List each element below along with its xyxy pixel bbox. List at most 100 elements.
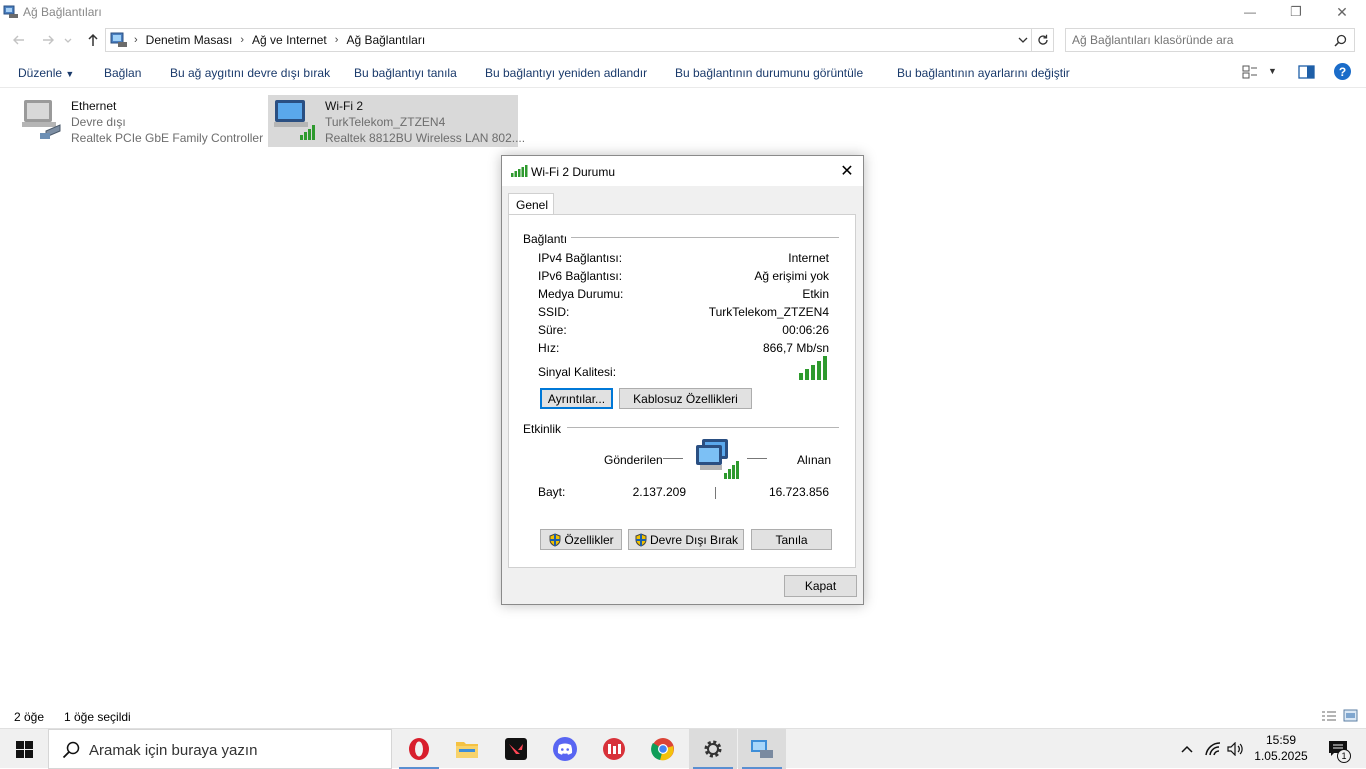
activity-group-label: Etkinlik [523, 422, 562, 436]
search-box[interactable] [1065, 28, 1355, 52]
back-button[interactable] [9, 30, 29, 50]
taskbar-chrome[interactable] [639, 729, 687, 769]
taskbar-clock[interactable]: 15:59 1.05.2025 [1248, 732, 1314, 764]
window-title: Ağ Bağlantıları [23, 5, 102, 19]
taskbar-discord[interactable] [541, 729, 589, 769]
chevron-down-icon: ▼ [65, 69, 75, 79]
breadcrumb-separator[interactable]: › [238, 34, 246, 46]
ssid-label: SSID: [538, 305, 570, 319]
speed-value: 866,7 Mb/sn [762, 341, 829, 355]
minimize-button[interactable]: — [1227, 0, 1273, 24]
connection-item-ethernet[interactable]: Ethernet Devre dışı Realtek PCIe GbE Fam… [14, 95, 263, 147]
view-status-command[interactable]: Bu bağlantının durumunu görüntüle [675, 66, 863, 80]
taskbar-file-explorer[interactable] [443, 729, 491, 769]
wifi-status-dialog: Wi-Fi 2 Durumu ✕ Genel Bağlantı IPv4 Bağ… [501, 155, 864, 605]
organize-menu[interactable]: Düzenle ▼ [18, 66, 74, 80]
recent-locations-button[interactable] [61, 30, 75, 50]
action-center-button[interactable]: 1 [1320, 729, 1356, 769]
taskbar-search-box[interactable]: Aramak için buraya yazın [48, 729, 392, 769]
taskbar-opera[interactable] [395, 729, 443, 769]
disable-button[interactable]: Devre Dışı Bırak [628, 529, 744, 550]
breadcrumb-network-connections[interactable]: Ağ Bağlantıları [340, 33, 431, 47]
network-tray-icon[interactable] [1202, 729, 1224, 769]
activity-divider [567, 427, 839, 428]
maximize-button[interactable]: ❐ [1273, 0, 1319, 24]
ipv6-value: Ağ erişimi yok [754, 269, 829, 283]
chevron-down-icon [64, 38, 72, 43]
control-panel-icon [110, 32, 127, 47]
ipv6-label: IPv6 Bağlantısı: [538, 269, 623, 283]
dialog-title-bar: Wi-Fi 2 Durumu ✕ [502, 156, 863, 186]
details-button[interactable]: Ayrıntılar... [540, 388, 613, 409]
disable-button-label: Devre Dışı Bırak [649, 532, 739, 547]
connection-item-wifi[interactable]: Wi-Fi 2 TurkTelekom_ZTZEN4 Realtek 8812B… [268, 95, 525, 147]
preview-pane-icon [1298, 65, 1315, 79]
general-panel: Bağlantı IPv4 Bağlantısı: Internet IPv6 … [508, 214, 856, 568]
properties-button-label: Özellikler [564, 532, 614, 547]
preview-pane-button[interactable] [1298, 65, 1315, 82]
close-window-button[interactable]: ✕ [1319, 0, 1365, 24]
item-device: Realtek 8812BU Wireless LAN 802.... [325, 131, 526, 145]
tiles-view-button[interactable] [1343, 709, 1358, 725]
start-button[interactable] [0, 729, 48, 769]
navigation-bar: › Denetim Masası › Ağ ve Internet › Ağ B… [0, 27, 1366, 53]
up-button[interactable] [83, 30, 103, 50]
dialog-close-button[interactable]: ✕ [831, 156, 863, 186]
network-connections-app-icon [3, 5, 18, 18]
address-dropdown-button[interactable] [1017, 34, 1029, 49]
forward-button[interactable] [38, 30, 58, 50]
wifi-adapter-icon [274, 100, 315, 140]
taskbar-valorant[interactable] [492, 729, 540, 769]
ethernet-adapter-icon [22, 100, 61, 139]
breadcrumb-network-internet[interactable]: Ağ ve Internet [246, 33, 333, 47]
taskbar-search-text: Aramak için buraya yazın [89, 742, 258, 759]
close-dialog-button[interactable]: Kapat [784, 575, 857, 597]
item-status: Devre dışı [71, 115, 126, 129]
taskbar-control-panel[interactable] [738, 729, 786, 769]
connect-command[interactable]: Bağlan [104, 66, 141, 80]
breadcrumb-root-arrow[interactable]: › [128, 34, 140, 46]
refresh-icon [1037, 34, 1048, 45]
media-state-value: Etkin [802, 287, 829, 301]
notification-count-badge: 1 [1337, 749, 1351, 763]
rename-command[interactable]: Bu bağlantıyı yeniden adlandır [485, 66, 647, 80]
details-view-button[interactable] [1321, 710, 1337, 725]
media-state-label: Medya Durumu: [538, 287, 624, 301]
help-button[interactable]: ? [1334, 63, 1351, 80]
search-icon [1334, 34, 1347, 47]
properties-button[interactable]: Özellikler [540, 529, 622, 550]
activity-divider-vertical [715, 487, 716, 499]
show-hidden-icons-button[interactable] [1176, 729, 1198, 769]
received-line [747, 458, 767, 459]
item-name: Wi-Fi 2 [325, 99, 363, 113]
forward-arrow-icon [43, 35, 54, 45]
close-icon: ✕ [840, 163, 854, 180]
search-input[interactable] [1066, 29, 1326, 51]
breadcrumb-separator[interactable]: › [333, 34, 341, 46]
discord-icon [553, 737, 577, 761]
chevron-down-icon [1018, 37, 1028, 43]
windows-logo-icon [15, 740, 33, 758]
shield-icon [549, 532, 561, 547]
taskbar-red-app[interactable] [590, 729, 638, 769]
tab-general[interactable]: Genel [508, 193, 554, 215]
wireless-properties-button[interactable]: Kablosuz Özellikleri [619, 388, 752, 409]
volume-tray-icon[interactable] [1225, 729, 1247, 769]
title-bar: Ağ Bağlantıları — ❐ ✕ [0, 0, 1366, 24]
address-bar[interactable]: › Denetim Masası › Ağ ve Internet › Ağ B… [105, 28, 1054, 52]
taskbar-settings[interactable] [689, 729, 737, 769]
view-options-button[interactable] [1242, 65, 1258, 82]
view-dropdown-button[interactable]: ▼ [1268, 66, 1277, 76]
refresh-button[interactable] [1031, 29, 1053, 51]
back-arrow-icon [13, 35, 24, 45]
breadcrumb-control-panel[interactable]: Denetim Masası [140, 33, 239, 47]
close-icon: ✕ [1336, 3, 1348, 20]
chevron-down-icon: ▼ [1268, 66, 1277, 76]
diagnose-button[interactable]: Tanıla [751, 529, 832, 550]
minimize-icon: — [1244, 5, 1256, 19]
diagnose-command[interactable]: Bu bağlantıyı tanıla [354, 66, 457, 80]
connection-divider [571, 237, 839, 238]
disable-device-command[interactable]: Bu ağ aygıtını devre dışı bırak [170, 66, 330, 80]
chevron-up-icon [1181, 745, 1193, 753]
change-settings-command[interactable]: Bu bağlantının ayarlarını değiştir [897, 66, 1070, 80]
